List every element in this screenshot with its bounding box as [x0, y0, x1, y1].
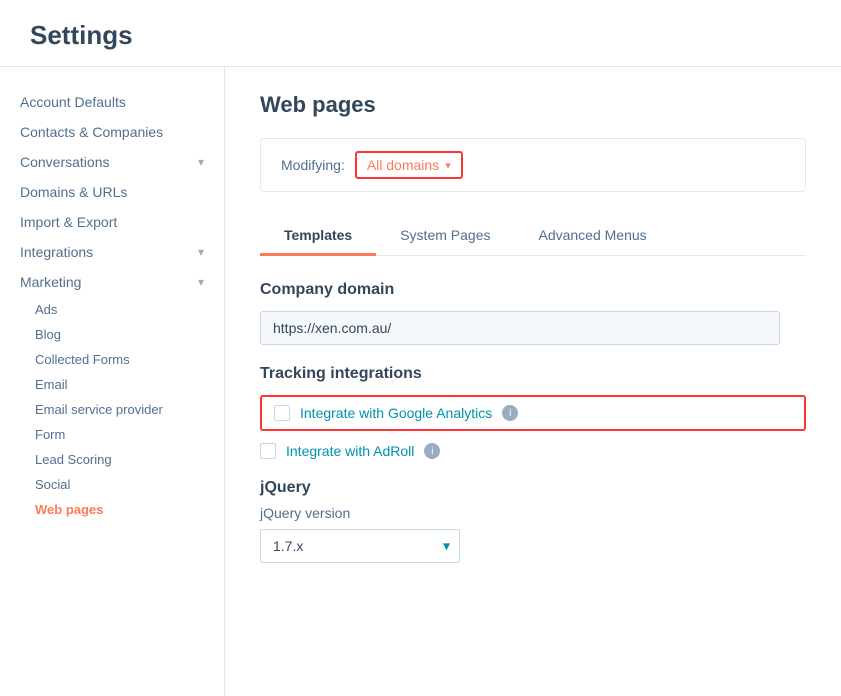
google-analytics-info-icon[interactable]: i	[502, 405, 518, 421]
sidebar-sub-item-label: Email	[35, 377, 68, 392]
jquery-title: jQuery	[260, 479, 806, 497]
sidebar-item-label: Import & Export	[20, 214, 117, 230]
sidebar-sub-item-label: Web pages	[35, 502, 103, 517]
sidebar-item-contacts-companies[interactable]: Contacts & Companies	[0, 117, 224, 147]
main-content: Web pages Modifying: All domains ▾ Templ…	[225, 67, 841, 696]
tabs-container: Templates System Pages Advanced Menus	[260, 217, 806, 256]
modifying-bar: Modifying: All domains ▾	[260, 138, 806, 192]
sidebar: Account Defaults Contacts & Companies Co…	[0, 67, 225, 696]
google-analytics-label[interactable]: Integrate with Google Analytics	[300, 405, 492, 421]
sidebar-sub-item-email[interactable]: Email	[0, 372, 224, 397]
chevron-down-icon: ▾	[198, 275, 204, 289]
jquery-section: jQuery jQuery version 1.7.x 1.8.x 1.9.x …	[260, 479, 806, 563]
sidebar-sub-item-label: Ads	[35, 302, 57, 317]
adroll-row: Integrate with AdRoll i	[260, 443, 806, 459]
google-analytics-checkbox[interactable]	[274, 405, 290, 421]
sidebar-item-integrations[interactable]: Integrations ▾	[0, 237, 224, 267]
chevron-down-icon: ▾	[198, 155, 204, 169]
domain-value: All domains	[367, 157, 439, 173]
sidebar-sub-item-social[interactable]: Social	[0, 472, 224, 497]
tracking-section: Tracking integrations Integrate with Goo…	[260, 365, 806, 459]
domain-dropdown[interactable]: All domains ▾	[355, 151, 463, 179]
sidebar-sub-item-label: Social	[35, 477, 70, 492]
sidebar-item-label: Marketing	[20, 274, 81, 290]
sidebar-sub-item-label: Blog	[35, 327, 61, 342]
sidebar-sub-item-label: Collected Forms	[35, 352, 130, 367]
page-header: Settings	[0, 0, 841, 67]
section-heading: Web pages	[260, 92, 806, 118]
jquery-version-select[interactable]: 1.7.x 1.8.x 1.9.x 2.0.x	[260, 529, 460, 563]
adroll-checkbox[interactable]	[260, 443, 276, 459]
chevron-down-icon: ▾	[445, 159, 451, 172]
sidebar-item-import-export[interactable]: Import & Export	[0, 207, 224, 237]
sidebar-sub-item-web-pages[interactable]: Web pages	[0, 497, 224, 522]
google-analytics-row: Integrate with Google Analytics i	[260, 395, 806, 431]
tab-system-pages[interactable]: System Pages	[376, 217, 514, 256]
company-domain-label: Company domain	[260, 281, 806, 299]
sidebar-sub-item-ads[interactable]: Ads	[0, 297, 224, 322]
tab-templates[interactable]: Templates	[260, 217, 376, 256]
sidebar-sub-item-label: Form	[35, 427, 65, 442]
sidebar-item-conversations[interactable]: Conversations ▾	[0, 147, 224, 177]
adroll-info-icon[interactable]: i	[424, 443, 440, 459]
jquery-version-wrapper: 1.7.x 1.8.x 1.9.x 2.0.x ▾	[260, 529, 460, 563]
sidebar-sub-item-label: Lead Scoring	[35, 452, 112, 467]
sidebar-sub-item-blog[interactable]: Blog	[0, 322, 224, 347]
chevron-down-icon: ▾	[198, 245, 204, 259]
tracking-integrations-title: Tracking integrations	[260, 365, 806, 383]
adroll-label[interactable]: Integrate with AdRoll	[286, 443, 414, 459]
sidebar-item-label: Domains & URLs	[20, 184, 127, 200]
sidebar-item-label: Account Defaults	[20, 94, 126, 110]
sidebar-sub-item-email-service-provider[interactable]: Email service provider	[0, 397, 224, 422]
company-domain-input[interactable]	[260, 311, 780, 345]
page-container: Settings Account Defaults Contacts & Com…	[0, 0, 841, 696]
content-area: Account Defaults Contacts & Companies Co…	[0, 67, 841, 696]
page-title: Settings	[30, 20, 811, 51]
sidebar-item-label: Integrations	[20, 244, 93, 260]
sidebar-item-label: Conversations	[20, 154, 110, 170]
jquery-version-label: jQuery version	[260, 505, 806, 521]
sidebar-item-account-defaults[interactable]: Account Defaults	[0, 87, 224, 117]
sidebar-item-domains-urls[interactable]: Domains & URLs	[0, 177, 224, 207]
tab-advanced-menus[interactable]: Advanced Menus	[514, 217, 670, 256]
sidebar-sub-item-label: Email service provider	[35, 402, 163, 417]
sidebar-sub-item-lead-scoring[interactable]: Lead Scoring	[0, 447, 224, 472]
modifying-label: Modifying:	[281, 157, 345, 173]
sidebar-sub-item-form[interactable]: Form	[0, 422, 224, 447]
sidebar-sub-item-collected-forms[interactable]: Collected Forms	[0, 347, 224, 372]
sidebar-item-label: Contacts & Companies	[20, 124, 163, 140]
sidebar-item-marketing[interactable]: Marketing ▾	[0, 267, 224, 297]
